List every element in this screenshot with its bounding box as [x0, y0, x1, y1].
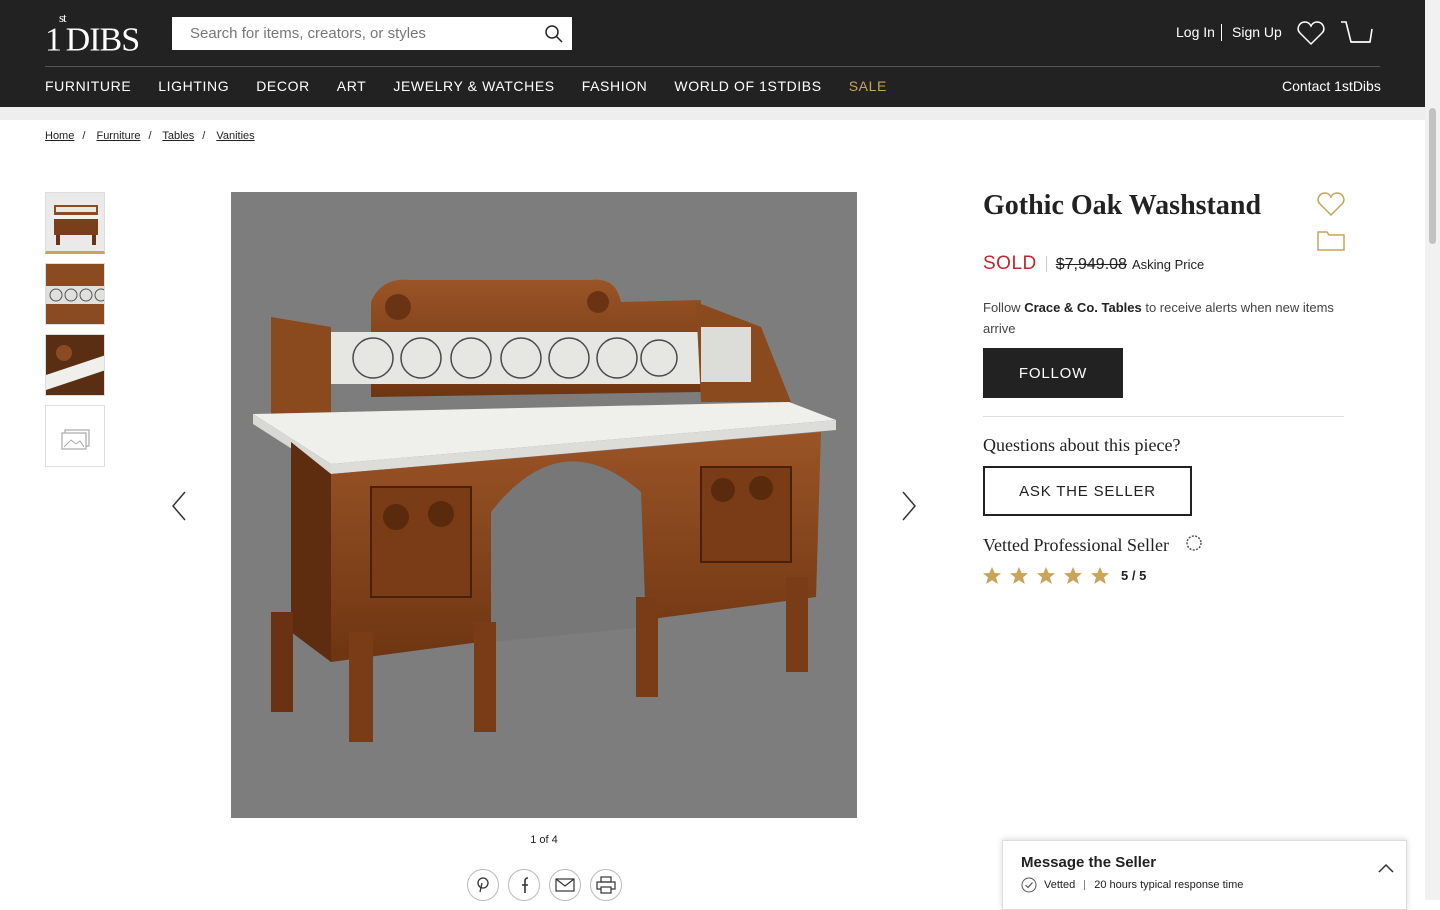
gallery-thumbnail[interactable] — [45, 263, 105, 325]
star-icon — [1037, 567, 1055, 584]
nav-item-furniture[interactable]: FURNITURE — [45, 78, 131, 94]
gallery-counter: 1 of 4 — [530, 834, 558, 846]
facebook-icon — [522, 877, 529, 893]
search-input[interactable] — [172, 17, 532, 50]
vetted-label: Vetted — [1044, 879, 1076, 891]
section-divider — [983, 416, 1344, 417]
washstand-image — [231, 192, 857, 818]
star-icon — [1064, 567, 1082, 584]
breadcrumb-vanities[interactable]: Vanities — [216, 130, 254, 142]
nav-item-sale[interactable]: SALE — [849, 78, 887, 94]
nav-item-jewelry[interactable]: JEWELRY & WATCHES — [393, 78, 554, 94]
gallery-thumbnail[interactable] — [45, 334, 105, 396]
contact-link[interactable]: Contact 1stDibs — [1282, 78, 1381, 94]
vetted-seller-heading: Vetted Professional Seller — [983, 535, 1169, 555]
nav-divider — [45, 66, 1380, 67]
pinterest-icon — [477, 877, 489, 893]
washstand-thumbnail-image — [46, 193, 104, 251]
gallery-more-thumbnail[interactable] — [45, 405, 105, 467]
breadcrumb-furniture[interactable]: Furniture — [96, 130, 140, 142]
divider — [1221, 24, 1222, 41]
cart-icon[interactable] — [1340, 20, 1373, 48]
tile-detail-thumbnail-image — [46, 264, 104, 324]
nav-item-lighting[interactable]: LIGHTING — [158, 78, 229, 94]
login-link[interactable]: Log In — [1176, 24, 1215, 40]
save-heart-icon[interactable] — [1317, 191, 1345, 217]
nav-item-decor[interactable]: DECOR — [256, 78, 310, 94]
asking-price-label: Asking Price — [1131, 257, 1205, 272]
seller-name[interactable]: Crace & Co. Tables — [1024, 300, 1142, 315]
favorites-heart-icon[interactable] — [1297, 20, 1325, 46]
print-icon — [596, 876, 616, 894]
facebook-share-button[interactable] — [508, 869, 540, 901]
seller-rating: 5 / 5 — [982, 566, 1146, 585]
header-shadow-bar — [0, 107, 1425, 120]
add-to-folder-icon[interactable] — [1317, 229, 1345, 251]
search-icon[interactable] — [544, 24, 564, 44]
message-seller-title: Message the Seller — [1021, 854, 1157, 871]
nav-item-fashion[interactable]: FASHION — [582, 78, 648, 94]
star-icon — [1010, 567, 1028, 584]
follow-button[interactable]: FOLLOW — [983, 348, 1123, 398]
ask-seller-button[interactable]: ASK THE SELLER — [983, 466, 1192, 516]
scrollbar-thumb[interactable] — [1429, 108, 1436, 244]
logo[interactable]: 1stDIBS — [45, 10, 140, 60]
search-bar — [172, 17, 572, 50]
breadcrumb-home[interactable]: Home — [45, 130, 74, 142]
questions-heading: Questions about this piece? — [983, 435, 1181, 455]
breadcrumb: Home / Furniture / Tables / Vanities — [45, 130, 255, 142]
signup-link[interactable]: Sign Up — [1232, 24, 1282, 40]
email-share-button[interactable] — [549, 869, 581, 901]
print-button[interactable] — [590, 869, 622, 901]
rating-value: 5 / 5 — [1121, 568, 1147, 583]
pinterest-share-button[interactable] — [467, 869, 499, 901]
price-row: SOLD $7,949.08 Asking Price — [983, 253, 1204, 275]
product-title: Gothic Oak Washstand — [983, 190, 1262, 221]
gallery-thumbnail[interactable] — [45, 192, 105, 254]
star-icon — [1091, 567, 1109, 584]
check-circle-icon — [1021, 877, 1037, 893]
main-nav: FURNITURE LIGHTING DECOR ART JEWELRY & W… — [45, 78, 914, 94]
response-time: 20 hours typical response time — [1094, 879, 1244, 891]
email-icon — [555, 878, 575, 892]
message-seller-meta: Vetted 20 hours typical response time — [1021, 877, 1243, 893]
carving-detail-thumbnail-image — [46, 335, 104, 395]
star-icon — [983, 567, 1001, 584]
sold-status: SOLD — [983, 253, 1037, 274]
nav-item-world[interactable]: WORLD OF 1STDIBS — [674, 78, 821, 94]
gallery-next-arrow-icon[interactable] — [898, 490, 918, 522]
chevron-up-icon[interactable] — [1378, 863, 1394, 873]
breadcrumb-tables[interactable]: Tables — [162, 130, 194, 142]
asking-price: $7,949.08 — [1055, 256, 1127, 273]
vetted-badge-icon[interactable] — [1184, 533, 1204, 553]
follow-description: Follow Crace & Co. Tables to receive ale… — [983, 300, 1334, 336]
site-header: 1stDIBS Log In Sign Up FURNITURE LIGHTIN… — [0, 0, 1425, 107]
product-main-image[interactable] — [231, 192, 857, 818]
gallery-prev-arrow-icon[interactable] — [170, 490, 190, 522]
image-gallery-icon — [46, 406, 104, 466]
nav-item-art[interactable]: ART — [337, 78, 367, 94]
scrollbar[interactable] — [1425, 0, 1440, 900]
